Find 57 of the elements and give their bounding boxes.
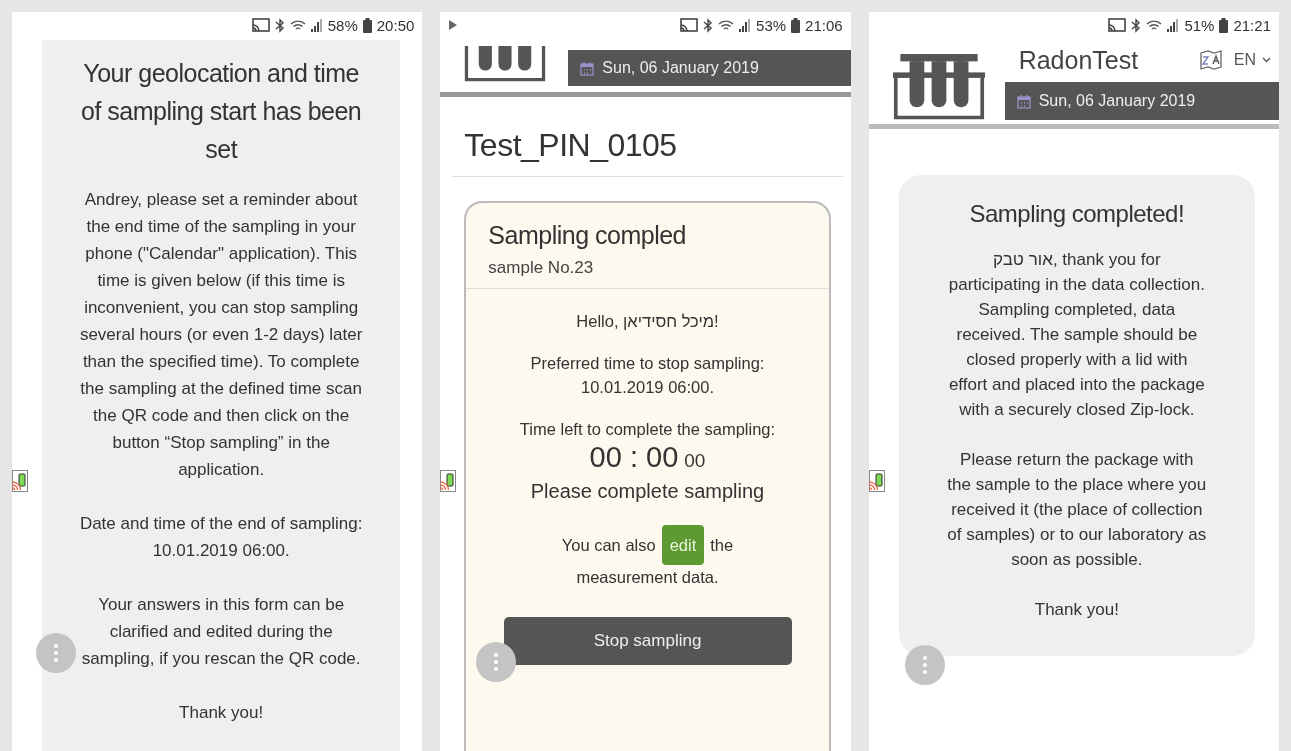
more-dots-icon <box>922 656 927 674</box>
message-paragraph: Date and time of the end of sampling: 10.01.2019 06:00. <box>78 513 364 562</box>
stop-sampling-button[interactable]: Stop sampling <box>503 617 792 665</box>
cast-icon <box>251 18 270 32</box>
battery-percent: 51% <box>1184 16 1215 34</box>
preferred-time-text: Preferred time to stop sampling: 10.01.2019 06:00. <box>529 353 766 398</box>
wifi-icon <box>1146 18 1163 32</box>
cast-icon <box>680 18 699 32</box>
date-text: Sun, 06 January 2019 <box>1038 92 1196 110</box>
sampling-status: Please complete sampling <box>530 479 765 503</box>
screen-mirror-icon[interactable] <box>440 470 457 492</box>
edit-hint-text: You can also <box>561 536 656 554</box>
signal-icon <box>739 18 752 32</box>
battery-icon <box>362 17 372 33</box>
app-name: RadonTest <box>1018 45 1139 75</box>
screen-mirror-icon[interactable] <box>868 470 885 492</box>
translate-icon[interactable] <box>1199 50 1222 70</box>
battery-percent: 58% <box>327 16 358 34</box>
bluetooth-icon <box>703 17 714 33</box>
status-time: 21:06 <box>805 16 843 34</box>
card-subtitle: sample No.23 <box>488 258 595 278</box>
date-text: Sun, 06 January 2019 <box>602 59 759 77</box>
bluetooth-icon <box>1131 17 1142 33</box>
wifi-icon <box>289 18 306 32</box>
calendar-icon <box>580 60 595 76</box>
message-paragraph: Please return the package with the sample to the place where you received it (the place of collection of samples) or to our laboratory as soon as possible. <box>946 449 1207 572</box>
calendar-icon <box>1016 93 1031 109</box>
more-dots-icon <box>494 653 499 671</box>
battery-icon <box>1219 17 1229 33</box>
signal-icon <box>310 18 323 32</box>
status-time: 21:21 <box>1233 16 1271 34</box>
sample-title: Test_PIN_0105 <box>452 127 843 177</box>
timer-fraction: 00 <box>684 449 706 473</box>
edit-hint-text: measurement data. <box>576 567 719 588</box>
timer-value: 00 : 00 <box>589 445 679 469</box>
battery-icon <box>791 17 801 33</box>
time-left-label: Time left to complete the sampling: <box>519 419 776 440</box>
signal-icon <box>1167 18 1180 32</box>
card-title: Sampling compled <box>488 221 687 250</box>
status-time: 20:50 <box>376 16 415 34</box>
message-paragraph: Your answers in this form can be clarified and edited during the sampling, if you rescan the QR code. <box>80 594 362 670</box>
cast-icon <box>1108 18 1127 32</box>
message-heading: Sampling completed! <box>968 199 1186 230</box>
message-heading: Your geolocation and time of sampling start has been set <box>80 58 363 165</box>
message-paragraph: Andrey, please set a reminder about the end time of the sampling in your phone ("Calendar" application). This time is given below (if this time is inconvenient, you can stop sampling several hours (or even 1-2 days) later than the specified time). To complete the sampling at the defined time scan the QR code and then click on the button “Stop sampling” in the application. <box>78 189 364 481</box>
greeting-text: Hello, מיכל חסידיאן! <box>576 311 719 332</box>
message-paragraph: Thank you! <box>178 702 265 724</box>
more-dots-icon <box>54 644 58 662</box>
battery-percent: 53% <box>756 16 787 34</box>
chevron-down-icon <box>1262 57 1271 63</box>
message-paragraph: אור טבק, thank you for participating in the data collection. Sampling completed, data received. The sample should be closed properly with a lid with effort and placed into the package with a securely closed Zip-lock. <box>947 249 1206 422</box>
screen-mirror-icon[interactable] <box>12 470 28 492</box>
edit-hint-text: the <box>710 536 734 554</box>
message-paragraph: Thank you! <box>1033 599 1120 622</box>
language-dropdown[interactable]: EN <box>1233 51 1271 69</box>
wifi-icon <box>718 18 735 32</box>
bluetooth-icon <box>274 17 285 33</box>
